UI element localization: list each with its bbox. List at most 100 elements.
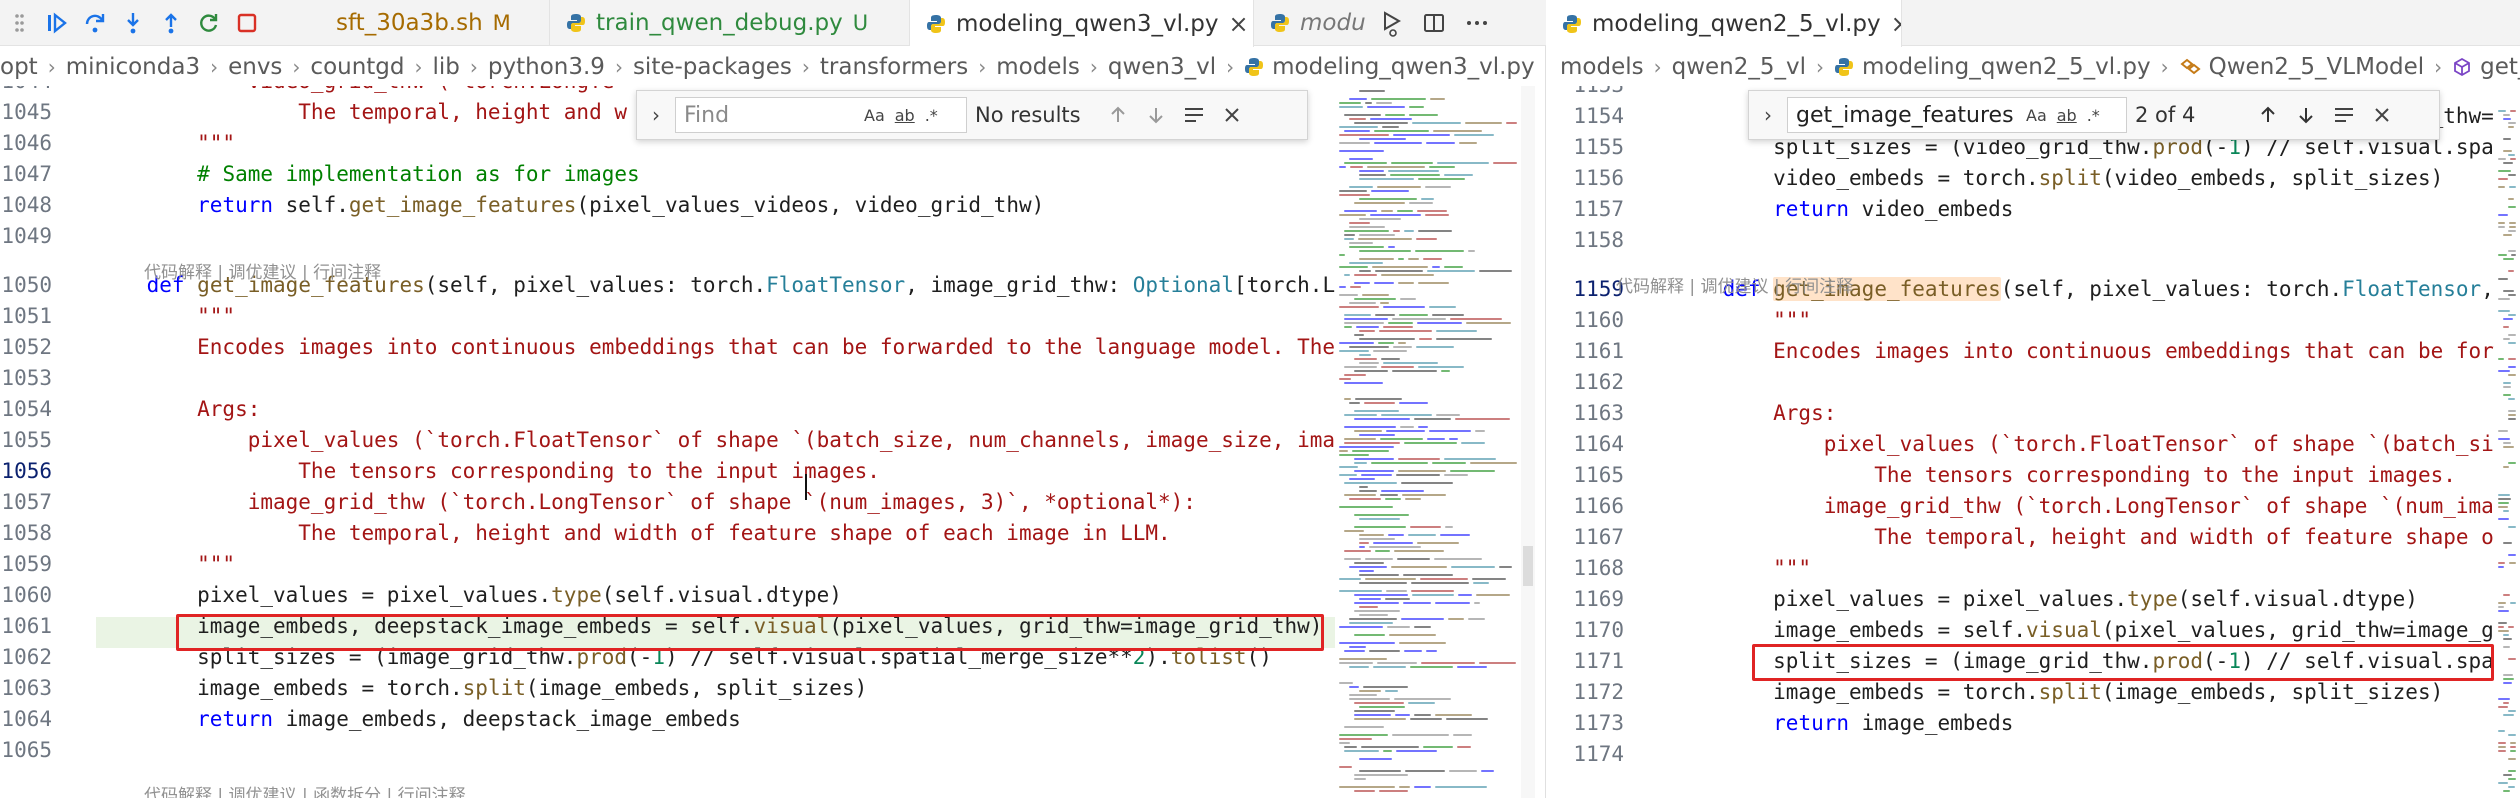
code-line[interactable]: pixel_values = pixel_values.type(self.vi… <box>1672 584 2418 615</box>
line-number[interactable]: 1046 <box>1 128 52 159</box>
code-line[interactable]: """ <box>96 128 235 159</box>
code-line[interactable]: Encodes images into continuous embedding… <box>96 332 1335 363</box>
line-number[interactable]: 1155 <box>1573 132 1624 163</box>
code-line[interactable]: return self.get_image_features(pixel_val… <box>96 190 1044 221</box>
line-number[interactable]: 1061 <box>1 611 52 642</box>
find-in-selection-icon[interactable] <box>2329 100 2359 130</box>
line-number[interactable]: 1055 <box>1 425 52 456</box>
whole-word-icon[interactable]: ab <box>2057 106 2077 125</box>
tab-modeling-qwen2-5-vl[interactable]: modeling_qwen2_5_vl.py × <box>1546 0 1902 47</box>
breadcrumb-item[interactable]: modeling_qwen2_5_vl.py <box>1862 54 2151 80</box>
code-line[interactable]: pixel_values = pixel_values.type(self.vi… <box>96 580 842 611</box>
line-number[interactable]: 1166 <box>1573 491 1624 522</box>
breadcrumb-item[interactable]: Qwen2_5_VLModel <box>2209 54 2425 80</box>
breadcrumb-item[interactable]: opt <box>0 54 38 80</box>
code-line[interactable]: The tensors corresponding to the input i… <box>1672 460 2456 491</box>
chevron-right-icon[interactable]: › <box>645 103 667 127</box>
continue-icon[interactable] <box>38 6 76 40</box>
line-number[interactable]: 1171 <box>1573 646 1624 677</box>
scrollbar-thumb[interactable] <box>1523 546 1533 586</box>
line-number[interactable]: 1056 <box>1 456 52 487</box>
tab-modeling-qwen3-vl[interactable]: modeling_qwen3_vl.py × <box>910 0 1254 47</box>
code-line[interactable]: Args: <box>1672 398 1836 429</box>
code-line[interactable]: """ <box>1672 553 1811 584</box>
minimap[interactable] <box>2494 86 2520 798</box>
code-line[interactable]: image_embeds = torch.split(image_embeds,… <box>1672 677 2443 708</box>
breadcrumb-item[interactable]: modeling_qwen3_vl.py <box>1272 54 1534 80</box>
more-actions-icon[interactable] <box>1464 11 1490 35</box>
line-number[interactable]: 1051 <box>1 301 52 332</box>
arrow-down-icon[interactable] <box>1141 100 1171 130</box>
line-number[interactable]: 1161 <box>1573 336 1624 367</box>
line-number[interactable]: 1153 <box>1573 86 1624 101</box>
line-number[interactable]: 1048 <box>1 190 52 221</box>
stop-icon[interactable] <box>228 6 266 40</box>
code-line[interactable]: video_embeds = torch.split(video_embeds,… <box>1672 163 2443 194</box>
code-line[interactable]: """ <box>96 301 235 332</box>
line-number[interactable]: 1050 <box>1 270 52 301</box>
breadcrumb-item[interactable]: models <box>1560 54 1644 80</box>
step-out-icon[interactable] <box>152 6 190 40</box>
chevron-right-icon[interactable]: › <box>1757 103 1779 127</box>
breadcrumb-item[interactable]: python3.9 <box>488 54 605 80</box>
code-line[interactable]: image_embeds = torch.split(image_embeds,… <box>96 673 867 704</box>
line-number[interactable]: 1157 <box>1573 194 1624 225</box>
close-tab-icon[interactable]: × <box>1891 10 1901 38</box>
breadcrumb-item[interactable]: envs <box>228 54 282 80</box>
close-icon[interactable] <box>2367 100 2397 130</box>
line-number[interactable]: 1160 <box>1573 305 1624 336</box>
tab-sft-30a3b[interactable]: sft_30a3b.sh M <box>320 0 550 46</box>
line-number[interactable]: 1162 <box>1573 367 1624 398</box>
run-debug-icon[interactable] <box>1380 9 1404 37</box>
line-number[interactable]: 1044 <box>1 86 52 97</box>
match-case-icon[interactable]: Aa <box>2026 106 2047 125</box>
whole-word-icon[interactable]: ab <box>895 106 915 125</box>
code-line[interactable]: return image_embeds <box>1672 708 2013 739</box>
line-number[interactable]: 1060 <box>1 580 52 611</box>
tab-modu[interactable]: modu <box>1254 0 1390 46</box>
code-line[interactable]: The temporal, height and width of featur… <box>96 518 1170 549</box>
line-number[interactable]: 1163 <box>1573 398 1624 429</box>
line-number[interactable]: 1167 <box>1573 522 1624 553</box>
code-line[interactable]: return image_embeds, deepstack_image_emb… <box>96 704 741 735</box>
line-number[interactable]: 1047 <box>1 159 52 190</box>
line-number[interactable]: 1158 <box>1573 225 1624 256</box>
line-number[interactable]: 1064 <box>1 704 52 735</box>
line-number[interactable]: 1164 <box>1573 429 1624 460</box>
right-editor[interactable]: 1153115411551156115711581159116011611162… <box>1546 86 2494 798</box>
code-line[interactable]: Encodes images into continuous embedding… <box>1672 336 2494 367</box>
breadcrumb-item[interactable]: site-packages <box>633 54 792 80</box>
breadcrumb-item[interactable]: qwen2_5_vl <box>1672 54 1806 80</box>
find-input[interactable] <box>1796 102 2016 128</box>
line-number[interactable]: 1170 <box>1573 615 1624 646</box>
code-line[interactable]: Args: <box>96 394 260 425</box>
breadcrumb-item[interactable]: transformers <box>820 54 968 80</box>
step-over-icon[interactable] <box>76 6 114 40</box>
restart-icon[interactable] <box>190 6 228 40</box>
arrow-down-icon[interactable] <box>2291 100 2321 130</box>
code-line[interactable]: """ <box>96 549 235 580</box>
line-number[interactable]: 1063 <box>1 673 52 704</box>
code-line[interactable]: """ <box>1672 305 1811 336</box>
line-number[interactable]: 1174 <box>1573 739 1624 770</box>
line-number[interactable]: 1156 <box>1573 163 1624 194</box>
split-editor-icon[interactable] <box>1422 11 1446 35</box>
arrow-up-icon[interactable] <box>1103 100 1133 130</box>
line-number[interactable]: 1057 <box>1 487 52 518</box>
breadcrumb-item[interactable]: miniconda3 <box>66 54 200 80</box>
code-line[interactable]: video_grid_thw (`torch.LongTe <box>96 86 615 97</box>
code-line[interactable]: pixel_values (`torch.FloatTensor` of sha… <box>96 425 1335 456</box>
step-into-icon[interactable] <box>114 6 152 40</box>
code-line[interactable]: pixel_values (`torch.FloatTensor` of sha… <box>1672 429 2494 460</box>
line-number[interactable]: 1049 <box>1 221 52 252</box>
line-number[interactable]: 1173 <box>1573 708 1624 739</box>
line-number[interactable]: 1154 <box>1573 101 1624 132</box>
code-line[interactable]: image_embeds = self.visual(pixel_values,… <box>1672 615 2494 646</box>
code-lens-hint[interactable]: 代码解释 | 调优建议 | 函数拆分 | 行间注释 <box>144 781 466 798</box>
regex-icon[interactable]: .* <box>2087 106 2100 125</box>
find-in-selection-icon[interactable] <box>1179 100 1209 130</box>
breadcrumb-item[interactable]: lib <box>433 54 460 80</box>
code-lens-hint[interactable]: 代码解释 | 调优建议 | 行间注释 <box>1616 272 1853 297</box>
line-number[interactable]: 1169 <box>1573 584 1624 615</box>
code-line[interactable]: The tensors corresponding to the input i… <box>96 456 880 487</box>
